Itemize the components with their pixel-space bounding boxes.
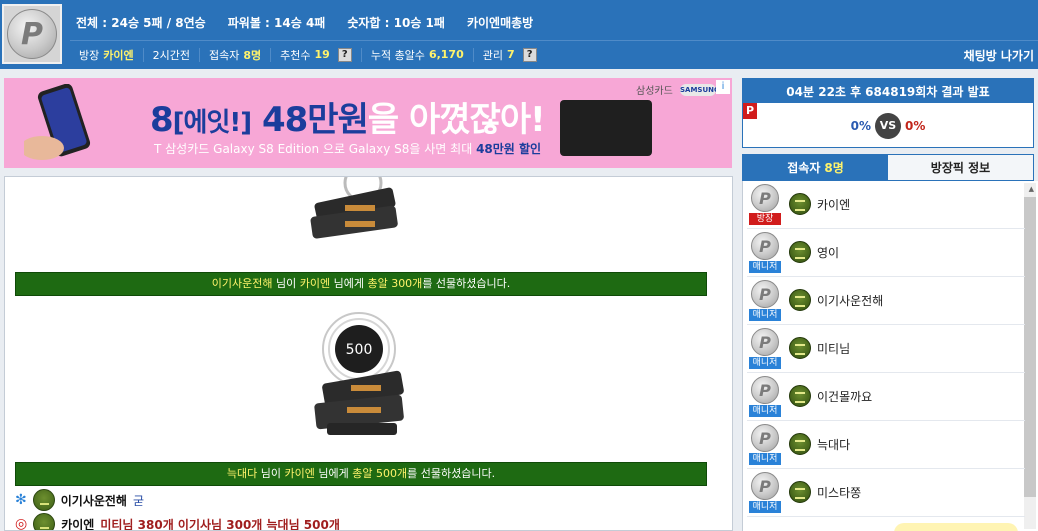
p-coin-icon: P	[751, 424, 779, 452]
ad-info-icon[interactable]: i	[716, 80, 730, 94]
gift-count: 500	[346, 342, 373, 358]
user-list-item[interactable]: P 매니저 이기사운전해	[747, 277, 1025, 325]
user-avatar: P 매니저	[749, 232, 781, 274]
role-badge: 매니저	[749, 309, 781, 321]
swirl-icon: ◎	[15, 516, 28, 531]
host-avatar: P	[2, 4, 62, 64]
manage-help-button[interactable]: ?	[522, 47, 537, 62]
phone-image	[24, 84, 91, 160]
user-list-item[interactable]: P 매니저 영이	[747, 229, 1025, 277]
samsung-logo: SAMSUNG	[680, 84, 720, 96]
chat-message: ✻ 이기사운전해 굳	[15, 489, 144, 511]
user-avatar: P 매니저	[749, 328, 781, 370]
rank-icon	[32, 489, 55, 511]
p-coin-icon: P	[751, 184, 779, 212]
user-name[interactable]: 늑대다	[817, 436, 850, 453]
recommend-help-button[interactable]: ?	[337, 47, 352, 62]
room-info-bar: 방장 카이엔 2시간전 접속자 8명 추천수 19 ? 누적 총알수 6,170…	[70, 40, 1038, 68]
user-count: 접속자 8명	[200, 47, 272, 62]
p-coin-icon: P	[751, 232, 779, 260]
exit-chat-button[interactable]: 채팅방 나가기	[964, 47, 1034, 64]
user-avatar: P 매니저	[749, 280, 781, 322]
p-coin-icon: P	[7, 9, 57, 59]
notice-pill[interactable]	[894, 523, 1018, 531]
role-badge: 매니저	[749, 453, 781, 465]
vs-score: 0% VS 0%	[743, 113, 1033, 139]
created-time: 2시간전	[144, 47, 200, 62]
chat-text: 굳	[132, 493, 145, 508]
user-list-item[interactable]: P 매니저 늑대다	[747, 421, 1025, 469]
ad-headline: 8[에잇!] 48만원을 아꼈잖아!	[150, 100, 546, 140]
user-list-item[interactable]: P 방장 카이엔	[747, 181, 1025, 229]
manage-count: 관리 7 ?	[474, 47, 546, 62]
bullet-gift-icon	[310, 177, 398, 239]
user-name[interactable]: 이건몰까요	[817, 388, 872, 405]
user-name[interactable]: 이기사운전해	[817, 292, 883, 309]
role-badge: 매니저	[749, 501, 781, 513]
gift-notice: 이기사운전해 님이 카이엔 님에게 총알 300개를 선물하셨습니다.	[15, 272, 707, 296]
spinner-icon: ✻	[15, 492, 27, 508]
user-list-item[interactable]: P 매니저 미티님	[747, 325, 1025, 373]
ad-banner[interactable]: 8[에잇!] 48만원을 아꼈잖아! T 삼성카드 Galaxy S8 Edit…	[4, 78, 732, 168]
p-coin-icon: P	[751, 328, 779, 356]
chat-username[interactable]: 이기사운전해	[61, 492, 127, 509]
record-sum: 숫자합 : 10승 1패	[347, 16, 445, 30]
role-badge: 방장	[749, 213, 781, 225]
recommend-count: 추천수 19 ?	[271, 47, 362, 62]
role-badge: 매니저	[749, 261, 781, 273]
p-coin-icon: P	[751, 376, 779, 404]
chat-username[interactable]: 카이엔	[61, 516, 94, 531]
gift-notice: 늑대다 님이 카이엔 님에게 총알 500개를 선물하셨습니다.	[15, 462, 707, 486]
chat-text: 미티님 380개 이기사님 300개 늑대님 500개	[100, 517, 340, 531]
tab-users[interactable]: 접속자 8명	[743, 155, 888, 180]
scrollbar-thumb[interactable]	[1024, 197, 1036, 497]
rank-icon	[789, 481, 811, 503]
user-name[interactable]: 카이엔	[817, 196, 850, 213]
role-badge: 매니저	[749, 357, 781, 369]
vs-icon: VS	[875, 113, 901, 139]
rank-icon	[789, 433, 811, 455]
side-tabs: 접속자 8명 방장픽 정보	[742, 154, 1034, 181]
host-info: 방장 카이엔	[70, 47, 144, 63]
rank-icon	[789, 385, 811, 407]
host-name[interactable]: 카이엔	[103, 47, 133, 63]
rank-icon	[789, 337, 811, 359]
role-badge: 매니저	[749, 405, 781, 417]
ad-subline: T 삼성카드 Galaxy S8 Edition 으로 Galaxy S8을 사…	[154, 142, 542, 156]
record-summary: 전체 : 24승 5패 / 8연승 파워볼 : 14승 4패 숫자합 : 10승…	[76, 14, 533, 31]
user-name[interactable]: 미스타쫑	[817, 484, 861, 501]
p-coin-icon: P	[751, 472, 779, 500]
user-avatar: P 매니저	[749, 376, 781, 418]
user-avatar: P 매니저	[749, 424, 781, 466]
user-list-item[interactable]: P 매니저 이건몰까요	[747, 373, 1025, 421]
rank-icon	[789, 241, 811, 263]
user-list[interactable]: ▲ P 방장 카이엔 P 매니저 영이 P 매니저 이기사운전해 P 매니저 미티님 P 매니저 이건몰까요…	[742, 181, 1038, 531]
bullet-500-gift-icon: 500	[314, 312, 404, 435]
rank-icon	[789, 193, 811, 215]
credit-card-image	[560, 100, 652, 156]
ad-brand: 삼성카드	[636, 86, 673, 97]
user-avatar: P 매니저	[749, 472, 781, 514]
record-total: 전체 : 24승 5패 / 8연승	[76, 16, 206, 30]
room-header: P 전체 : 24승 5패 / 8연승 파워볼 : 14승 4패 숫자합 : 1…	[0, 0, 1038, 69]
user-list-item[interactable]: P 매니저 미스타쫑	[747, 469, 1025, 517]
rank-icon	[789, 289, 811, 311]
user-name[interactable]: 영이	[817, 244, 839, 261]
bullet-count: 누적 총알수 6,170	[362, 47, 474, 62]
user-name[interactable]: 미티님	[817, 340, 850, 357]
chat-message: ◎ 카이엔 미티님 380개 이기사님 300개 늑대님 500개	[15, 513, 340, 531]
round-countdown: 04분 22초 후 684819회차 결과 발표	[743, 79, 1033, 103]
scroll-up-icon[interactable]: ▲	[1029, 185, 1034, 193]
rank-icon	[33, 513, 56, 530]
user-avatar: P 방장	[749, 184, 781, 226]
p-coin-icon: P	[751, 280, 779, 308]
record-powerball: 파워볼 : 14승 4패	[227, 16, 326, 30]
tab-host-pick[interactable]: 방장픽 정보	[888, 155, 1033, 180]
room-name: 카이엔매총방	[466, 16, 534, 30]
chat-log[interactable]: 이기사운전해 님이 카이엔 님에게 총알 300개를 선물하셨습니다. 500 …	[4, 176, 733, 531]
round-result-panel: 04분 22초 후 684819회차 결과 발표 P 0% VS 0%	[742, 78, 1034, 148]
